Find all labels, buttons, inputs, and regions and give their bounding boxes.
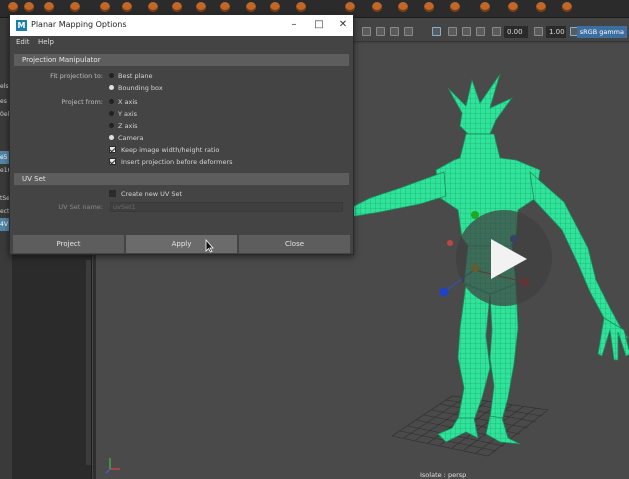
x-axis-label: X axis <box>118 98 138 106</box>
radio-y-axis[interactable] <box>109 111 114 116</box>
shelf-tool-icon[interactable] <box>398 2 408 12</box>
viewport-camera-label: Isolate : persp <box>420 471 467 479</box>
y-axis-label: Y axis <box>118 110 138 118</box>
shelf-tool-icon[interactable] <box>480 2 490 12</box>
colorspace-dropdown[interactable]: sRGB gamma <box>576 26 627 38</box>
bounding-box-label: Bounding box <box>118 84 163 92</box>
close-icon[interactable]: ✕ <box>335 18 351 32</box>
isolate-select-icon[interactable] <box>432 27 441 36</box>
smooth-shade-icon[interactable] <box>376 27 385 36</box>
radio-x-axis[interactable] <box>109 99 114 104</box>
dialog-title: Planar Mapping Options <box>31 20 127 29</box>
play-icon <box>491 239 527 279</box>
dialog-titlebar[interactable]: M Planar Mapping Options – □ ✕ <box>10 15 353 36</box>
shelf-tool-icon[interactable] <box>345 2 355 12</box>
project-button[interactable]: Project <box>13 235 124 253</box>
shelf-tool-icon[interactable] <box>122 2 132 12</box>
maya-logo-icon: M <box>16 20 27 31</box>
textured-icon[interactable] <box>390 27 399 36</box>
camera-label: Camera <box>118 134 144 142</box>
shelf-tool-icon[interactable] <box>424 2 434 12</box>
video-play-button[interactable] <box>456 210 552 306</box>
create-uvset-label: Create new UV Set <box>121 190 183 198</box>
viewport-panel-toolbar: 0.00 1.00 sRGB gamma <box>352 22 629 42</box>
exposure-field[interactable]: 0.00 <box>504 26 528 38</box>
radio-best-plane[interactable] <box>109 73 114 78</box>
shelf-tool-icon[interactable] <box>8 2 18 12</box>
projection-manipulator-section[interactable]: Projection Manipulator <box>14 54 349 66</box>
xray-joints-icon[interactable] <box>462 27 471 36</box>
shelf-tool-icon[interactable] <box>196 2 206 12</box>
shelf-tool-icon[interactable] <box>100 2 110 12</box>
xray-icon[interactable] <box>448 27 457 36</box>
fit-projection-label: Fit projection to: <box>50 72 103 80</box>
view-axis-icon <box>105 458 120 474</box>
menu-edit[interactable]: Edit <box>16 38 30 46</box>
maximize-icon[interactable]: □ <box>311 18 327 32</box>
uvset-name-label: UV Set name: <box>58 203 103 211</box>
create-uvset-checkbox[interactable] <box>109 190 116 197</box>
minimize-icon[interactable]: – <box>286 18 302 32</box>
gamma-field[interactable]: 1.00 <box>546 26 566 38</box>
shelf-tool-icon[interactable] <box>372 2 382 12</box>
insert-before-deformers-label: Insert projection before deformers <box>121 158 233 166</box>
z-axis-label: Z axis <box>118 122 138 130</box>
outliner-scrollbar[interactable] <box>86 260 91 465</box>
exposure-icon[interactable] <box>492 27 501 36</box>
keep-ratio-label: Keep image width/height ratio <box>121 146 220 154</box>
shelf-tool-icon[interactable] <box>562 2 572 12</box>
shelf-tool-icon[interactable] <box>70 2 80 12</box>
wireframe-icon[interactable] <box>362 27 371 36</box>
close-button[interactable]: Close <box>239 235 350 253</box>
uvset-name-field[interactable]: uvSet1 <box>110 202 343 212</box>
project-from-label: Project from: <box>61 98 103 106</box>
gamma-icon[interactable] <box>534 27 543 36</box>
lighting-icon[interactable] <box>404 27 413 36</box>
shelf-tool-icon[interactable] <box>220 2 230 12</box>
radio-bounding-box[interactable] <box>109 85 114 90</box>
shelf-tool-icon[interactable] <box>270 2 280 12</box>
menu-help[interactable]: Help <box>38 38 54 46</box>
grid-toggle-icon[interactable] <box>476 27 485 36</box>
radio-z-axis[interactable] <box>109 123 114 128</box>
shelf-tool-icon[interactable] <box>44 2 54 12</box>
shelf-tool-icon[interactable] <box>450 2 460 12</box>
shelf-tool-icon[interactable] <box>172 2 182 12</box>
shelf-tool-icon[interactable] <box>508 2 518 12</box>
shelf-tool-icon[interactable] <box>246 2 256 12</box>
shelf-tool-icon[interactable] <box>148 2 158 12</box>
insert-before-deformers-checkbox[interactable] <box>109 158 116 165</box>
shelf-tool-icon[interactable] <box>296 2 306 12</box>
outliner-panel[interactable] <box>12 255 92 479</box>
best-plane-label: Best plane <box>118 72 153 80</box>
shelf-tool-icon[interactable] <box>536 2 546 12</box>
shelf-tool-icon[interactable] <box>24 2 34 12</box>
apply-button[interactable]: Apply <box>126 235 237 253</box>
dialog-menubar: Edit Help <box>10 36 353 49</box>
planar-mapping-options-dialog: M Planar Mapping Options – □ ✕ Edit Help… <box>9 14 354 255</box>
mouse-cursor-icon <box>205 239 214 253</box>
radio-camera[interactable] <box>109 135 114 140</box>
uv-set-section[interactable]: UV Set <box>14 173 349 185</box>
keep-ratio-checkbox[interactable] <box>109 146 116 153</box>
